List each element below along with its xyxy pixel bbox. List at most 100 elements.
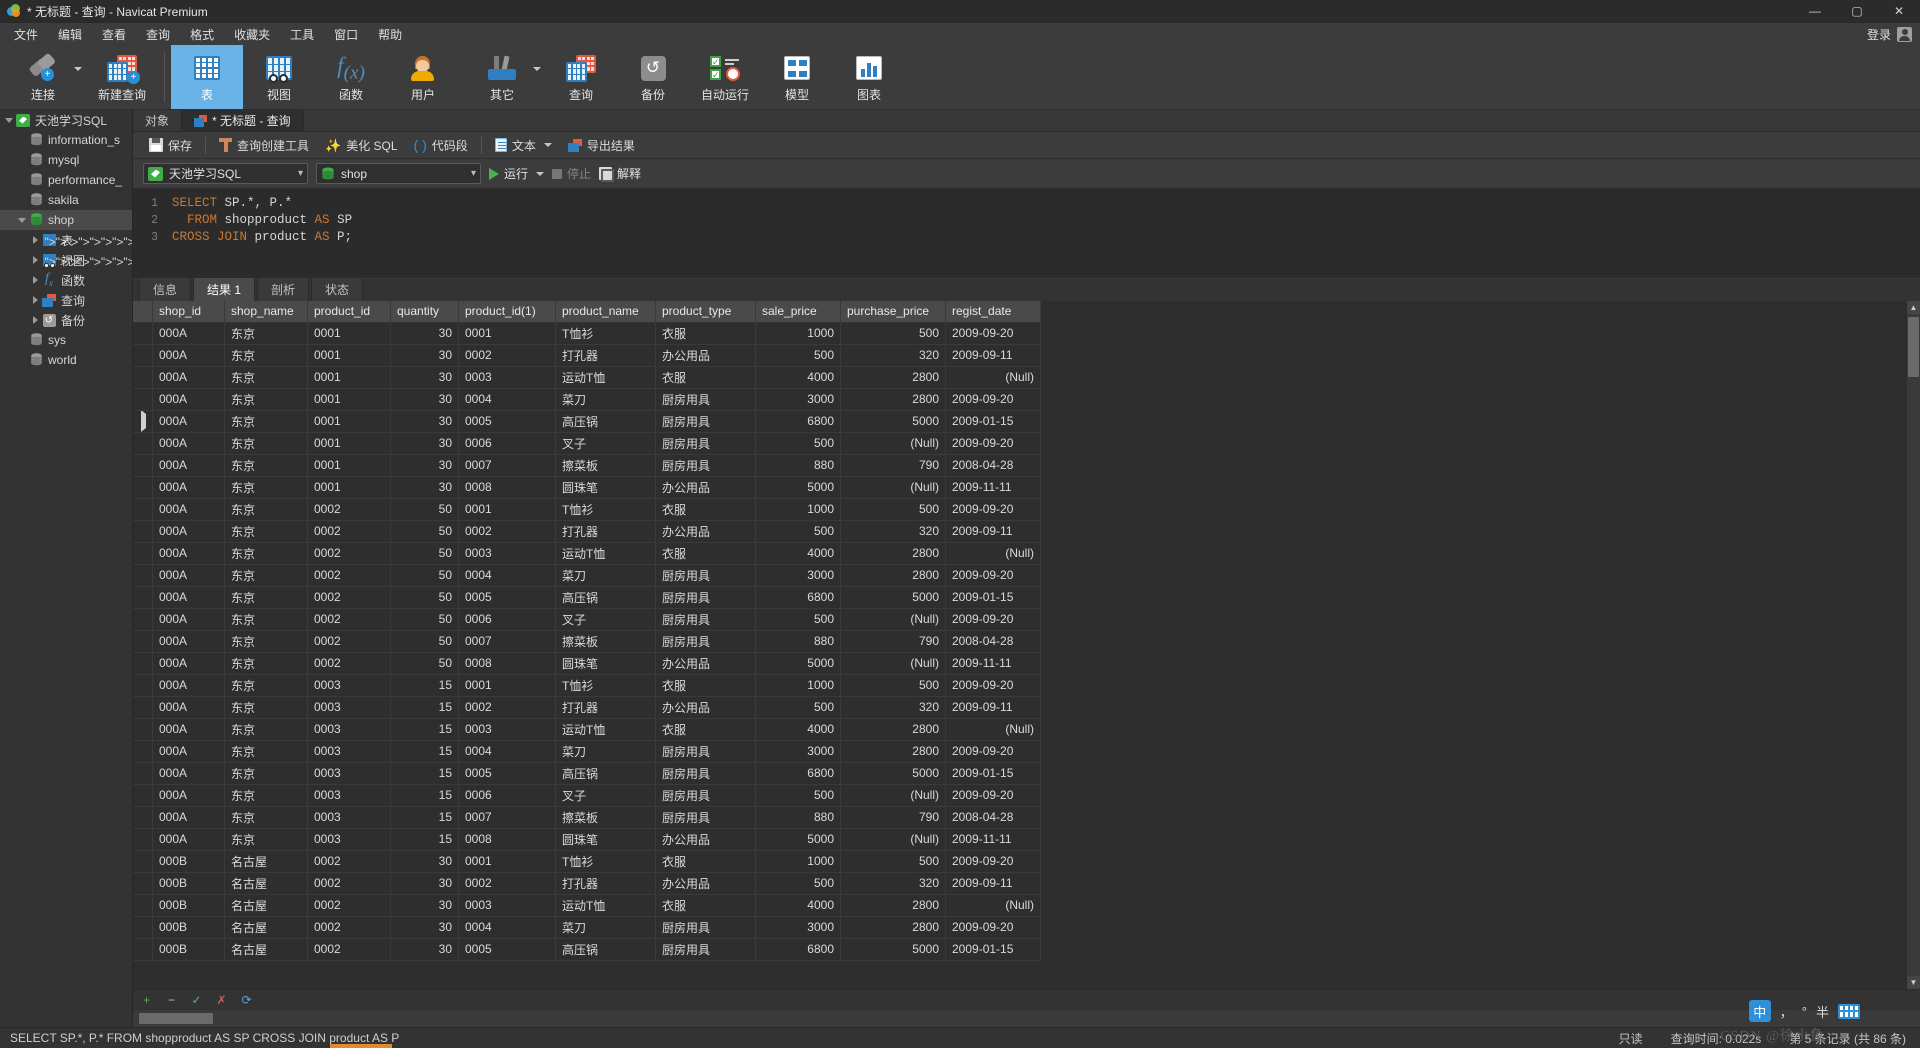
grid-cell-quantity[interactable]: 15 <box>390 806 459 829</box>
grid-cell-product_type[interactable]: 办公用品 <box>655 344 756 367</box>
grid-cell-regist_date[interactable]: 2009-09-20 <box>945 916 1041 939</box>
grid-cell-product_type[interactable]: 厨房用具 <box>655 740 756 763</box>
save-button[interactable]: 保存 <box>141 134 200 157</box>
grid-cell-quantity[interactable]: 30 <box>390 894 459 917</box>
grid-cell-quantity[interactable]: 15 <box>390 784 459 807</box>
toolbar-model[interactable]: 模型 <box>761 45 833 109</box>
grid-cell-product_type[interactable]: 办公用品 <box>655 828 756 851</box>
grid-cell-product_id[interactable]: 0003 <box>307 674 391 697</box>
grid-cell-product_type[interactable]: 衣服 <box>655 718 756 741</box>
result-grid-scroll[interactable]: shop_id shop_name product_id quantity produc… <box>133 301 1920 989</box>
grid-cell-regist_date[interactable]: 2009-09-20 <box>945 432 1041 455</box>
grid-refresh-button[interactable]: ⟳ <box>239 993 254 1007</box>
grid-cell-shop_id[interactable]: 000A <box>152 740 225 763</box>
grid-cell-quantity[interactable]: 50 <box>390 652 459 675</box>
grid-cell-shop_name[interactable]: 东京 <box>224 432 308 455</box>
grid-cell-product_id(1)[interactable]: 0001 <box>458 498 556 521</box>
grid-cell-product_type[interactable]: 厨房用具 <box>655 388 756 411</box>
grid-cell-product_name[interactable]: 菜刀 <box>555 564 656 587</box>
grid-column-header-product_name[interactable]: product_name <box>555 301 656 323</box>
grid-cell-shop_name[interactable]: 东京 <box>224 344 308 367</box>
grid-cell-shop_name[interactable]: 东京 <box>224 410 308 433</box>
grid-cell-product_name[interactable]: 叉子 <box>555 608 656 631</box>
grid-cell-sale_price[interactable]: 880 <box>755 454 841 477</box>
grid-cell-quantity[interactable]: 15 <box>390 740 459 763</box>
table-row[interactable]: 000A 东京 0001 30 0008 圆珠笔 办公用品 5000 (Null) 2009-11… <box>133 476 1041 499</box>
grid-cell-quantity[interactable]: 15 <box>390 828 459 851</box>
grid-cell-quantity[interactable]: 30 <box>390 432 459 455</box>
row-selector-cell[interactable] <box>133 916 153 939</box>
sql-code-area[interactable]: SELECT SP.*, P.* FROM shopproduct AS SP C… <box>164 189 1920 278</box>
grid-cell-product_id[interactable]: 0003 <box>307 762 391 785</box>
grid-cell-regist_date[interactable]: 2009-11-11 <box>945 652 1041 675</box>
ime-degree[interactable]: ° <box>1802 1004 1807 1019</box>
row-selector-cell[interactable] <box>133 410 153 433</box>
grid-cell-purchase_price[interactable]: (Null) <box>840 608 946 631</box>
row-selector-cell[interactable] <box>133 630 153 653</box>
grid-cell-product_name[interactable]: 运动T恤 <box>555 718 656 741</box>
grid-cell-shop_name[interactable]: 东京 <box>224 608 308 631</box>
row-selector-cell[interactable] <box>133 674 153 697</box>
grid-cell-sale_price[interactable]: 6800 <box>755 938 841 961</box>
grid-cell-product_id[interactable]: 0003 <box>307 696 391 719</box>
grid-cell-sale_price[interactable]: 3000 <box>755 388 841 411</box>
menu-item-favorites[interactable]: 收藏夹 <box>224 24 280 45</box>
grid-cell-regist_date[interactable]: 2009-09-20 <box>945 674 1041 697</box>
table-row[interactable]: 000A 东京 0003 15 0001 T恤衫 衣服 1000 500 2009-09-20 <box>133 674 1041 697</box>
grid-cell-sale_price[interactable]: 500 <box>755 784 841 807</box>
grid-cell-product_type[interactable]: 厨房用具 <box>655 806 756 829</box>
grid-cell-product_id(1)[interactable]: 0001 <box>458 322 556 345</box>
toolbar-query[interactable]: 查询 <box>545 45 617 109</box>
grid-cell-product_id[interactable]: 0002 <box>307 630 391 653</box>
grid-cell-product_id[interactable]: 0002 <box>307 564 391 587</box>
grid-cell-sale_price[interactable]: 500 <box>755 344 841 367</box>
toolbar-user[interactable]: 用户 <box>387 45 459 109</box>
grid-cell-shop_id[interactable]: 000A <box>152 652 225 675</box>
tree-item-7[interactable]: ">">">">">">">">">">">视图 <box>0 250 132 270</box>
grid-cell-shop_name[interactable]: 东京 <box>224 718 308 741</box>
grid-cell-purchase_price[interactable]: 790 <box>840 454 946 477</box>
grid-cell-shop_id[interactable]: 000A <box>152 674 225 697</box>
grid-cell-sale_price[interactable]: 1000 <box>755 498 841 521</box>
hscroll-thumb[interactable] <box>139 1013 213 1024</box>
table-row[interactable]: 000A 东京 0001 30 0006 叉子 厨房用具 500 (Null) 2009-09-2… <box>133 432 1041 455</box>
grid-cell-quantity[interactable]: 50 <box>390 498 459 521</box>
object-tree-sidebar[interactable]: 天池学习SQL information_s mysql performance_ sak… <box>0 110 133 1027</box>
grid-cell-quantity[interactable]: 15 <box>390 696 459 719</box>
table-row[interactable]: 000A 东京 0002 50 0002 打孔器 办公用品 500 320 2009-09-11 <box>133 520 1041 543</box>
chevron-down-icon[interactable]: ▾ <box>298 168 303 179</box>
grid-cell-product_name[interactable]: 打孔器 <box>555 344 656 367</box>
grid-cell-product_name[interactable]: 高压锅 <box>555 762 656 785</box>
user-avatar-icon[interactable] <box>1897 26 1912 42</box>
keyboard-icon[interactable] <box>1838 1003 1860 1019</box>
row-selector-cell[interactable] <box>133 894 153 917</box>
grid-cell-shop_id[interactable]: 000A <box>152 476 225 499</box>
grid-cell-shop_name[interactable]: 东京 <box>224 476 308 499</box>
grid-cell-purchase_price[interactable]: 2800 <box>840 740 946 763</box>
grid-cell-shop_name[interactable]: 东京 <box>224 696 308 719</box>
grid-cell-product_type[interactable]: 衣服 <box>655 542 756 565</box>
snippet-button[interactable]: ( ) 代码段 <box>406 134 476 157</box>
toolbar-table[interactable]: 表 <box>171 45 243 109</box>
grid-cell-shop_id[interactable]: 000B <box>152 872 225 895</box>
grid-cell-product_name[interactable]: 打孔器 <box>555 520 656 543</box>
grid-cell-product_id[interactable]: 0002 <box>307 938 391 961</box>
grid-cell-product_id[interactable]: 0001 <box>307 410 391 433</box>
grid-cell-shop_name[interactable]: 东京 <box>224 366 308 389</box>
grid-cell-product_type[interactable]: 衣服 <box>655 850 756 873</box>
table-row[interactable]: 000B 名古屋 0002 30 0001 T恤衫 衣服 1000 500 2009-09-20 <box>133 850 1041 873</box>
grid-cell-product_name[interactable]: 打孔器 <box>555 696 656 719</box>
grid-column-header-product_type[interactable]: product_type <box>655 301 756 323</box>
grid-cell-regist_date[interactable]: 2009-09-11 <box>945 344 1041 367</box>
grid-cell-sale_price[interactable]: 6800 <box>755 586 841 609</box>
horizontal-scrollbar[interactable] <box>133 1010 1920 1027</box>
grid-cell-sale_price[interactable]: 5000 <box>755 476 841 499</box>
grid-cell-purchase_price[interactable]: 500 <box>840 498 946 521</box>
grid-cell-purchase_price[interactable]: 5000 <box>840 586 946 609</box>
table-row[interactable]: 000A 东京 0003 15 0005 高压锅 厨房用具 6800 5000 2009-01-1… <box>133 762 1041 785</box>
grid-cell-purchase_price[interactable]: 320 <box>840 696 946 719</box>
grid-cell-quantity[interactable]: 30 <box>390 476 459 499</box>
grid-cell-regist_date[interactable]: (Null) <box>945 718 1041 741</box>
grid-cell-shop_name[interactable]: 东京 <box>224 828 308 851</box>
export-result-button[interactable]: 导出结果 <box>560 134 643 157</box>
